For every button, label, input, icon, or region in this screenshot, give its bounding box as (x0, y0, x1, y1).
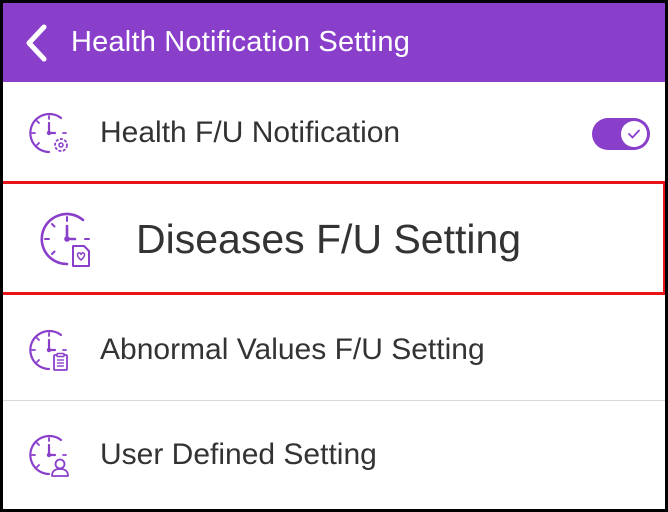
divider (3, 400, 665, 401)
page-title: Health Notification Setting (71, 26, 411, 58)
clock-clipboard-icon (25, 326, 73, 374)
setting-row-diseases-fu[interactable]: Diseases F/U Setting (3, 184, 665, 294)
setting-label: Diseases F/U Setting (136, 215, 522, 262)
chevron-left-icon (26, 24, 47, 61)
setting-row-abnormal-values-fu[interactable]: Abnormal Values F/U Setting (3, 298, 665, 401)
setting-row-user-defined[interactable]: User Defined Setting (3, 402, 665, 508)
clock-heart-document-icon (36, 208, 98, 270)
setting-row-health-fu-notification[interactable]: Health F/U Notification (3, 82, 665, 184)
setting-label: Abnormal Values F/U Setting (100, 332, 485, 366)
clock-gear-icon (25, 109, 73, 157)
back-button[interactable] (11, 3, 61, 82)
check-icon (628, 129, 640, 139)
setting-label: Health F/U Notification (100, 116, 401, 149)
clock-user-icon (25, 431, 73, 479)
setting-label: User Defined Setting (100, 438, 377, 471)
toggle-knob (621, 121, 647, 147)
app-header: Health Notification Setting (3, 3, 665, 82)
health-fu-notification-toggle[interactable] (592, 118, 650, 150)
